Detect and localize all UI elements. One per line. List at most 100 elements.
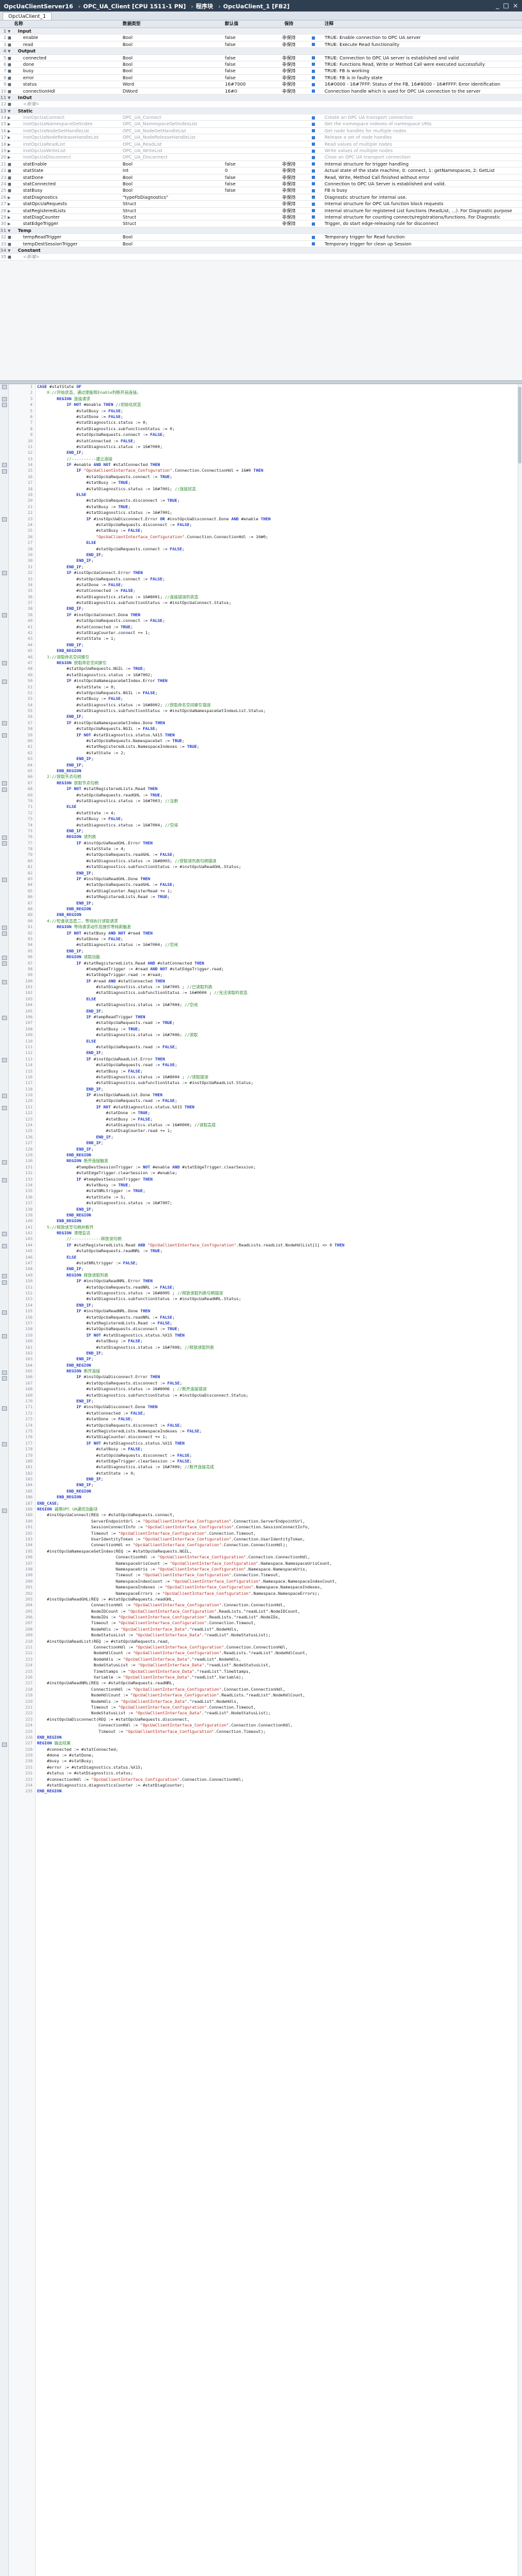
code-line[interactable]: IF #instOpcUaConnect.Done THEN xyxy=(37,612,522,618)
code-line[interactable]: IF #tempDestSessionTrigger THEN xyxy=(37,1177,522,1183)
code-line[interactable]: #instOpcUaReadList(REQ := #statOpcUaRequ… xyxy=(37,1639,522,1645)
code-line[interactable]: END_REGION xyxy=(37,1735,522,1741)
code-line[interactable]: END_REGION xyxy=(37,1363,522,1369)
code-line[interactable]: #statDiagnostics.status := 16#7009; //断开… xyxy=(37,1464,522,1470)
code-line[interactable]: ConnectionHdl => "OpcUaClientInterface_C… xyxy=(37,1542,522,1548)
variable-comment[interactable] xyxy=(325,108,522,114)
fold-toggle-icon[interactable] xyxy=(2,721,7,726)
code-line[interactable]: #statEdgeTrigger.clearSession := FALSE; xyxy=(37,1459,522,1464)
fold-toggle-icon[interactable] xyxy=(2,1442,7,1447)
fold-toggle-icon[interactable] xyxy=(2,661,7,666)
variable-name[interactable]: enable xyxy=(14,35,123,40)
interface-row[interactable]: 5 ■ connected Bool false 非保持 TRUE: Connection … xyxy=(0,54,522,61)
header-comment[interactable]: 注释 xyxy=(325,20,522,27)
fold-toggle-icon[interactable] xyxy=(2,1016,7,1020)
variable-default[interactable]: false xyxy=(225,61,276,67)
code-line[interactable]: "OpcUaClientInterface_Configuration".Con… xyxy=(37,534,522,540)
code-line[interactable]: #statOpcUaRequests.NamespaceSet := TRUE; xyxy=(37,738,522,744)
variable-comment[interactable]: Actual state of the state machine, 0: co… xyxy=(325,167,522,173)
code-line[interactable]: IF #instOpcUaConnect.Error THEN xyxy=(37,570,522,576)
variable-comment[interactable]: Internal structure for OPC UA function b… xyxy=(325,201,522,206)
code-line[interactable]: ELSE xyxy=(37,997,522,1002)
code-line[interactable]: #statOpcUaRequests.connect := FALSE; xyxy=(37,577,522,582)
code-line[interactable]: #statOpcUaRequests.disconnect := FALSE; xyxy=(37,1453,522,1459)
fold-toggle-icon[interactable] xyxy=(2,396,7,401)
code-line[interactable]: #statOpcUaRequests.connect := FALSE; xyxy=(37,547,522,552)
code-line[interactable]: #tempReadTrigger := #read AND NOT #statE… xyxy=(37,966,522,972)
fold-toggle-icon[interactable] xyxy=(2,877,7,882)
code-line[interactable]: #statDiagnostics.status := 16#8003; //获取… xyxy=(37,858,522,864)
variable-retain[interactable] xyxy=(276,128,302,134)
code-line[interactable]: IF #instOpcUaDisconnect.Error THEN xyxy=(37,1374,522,1380)
fold-toggle-icon[interactable] xyxy=(2,1274,7,1279)
variable-name[interactable]: done xyxy=(14,61,123,67)
variable-name[interactable]: statEdgeTrigger xyxy=(14,221,123,226)
variable-type[interactable] xyxy=(123,28,225,34)
variable-retain[interactable] xyxy=(276,154,302,160)
variable-comment[interactable]: TRUE: FB is in faulty state xyxy=(325,75,522,81)
variable-type[interactable]: Bool xyxy=(123,55,225,61)
fold-toggle-icon[interactable] xyxy=(2,613,7,618)
accessible-checkbox[interactable] xyxy=(302,181,325,187)
fold-toggle-icon[interactable] xyxy=(2,516,7,522)
breadcrumb-item[interactable]: 程序块 xyxy=(196,4,213,10)
fold-toggle-icon[interactable] xyxy=(2,1280,7,1285)
fold-toggle-icon[interactable] xyxy=(2,1094,7,1099)
code-line[interactable]: END_IF; xyxy=(37,1140,522,1146)
variable-comment[interactable] xyxy=(325,247,522,253)
accessible-checkbox[interactable] xyxy=(302,114,325,120)
code-line[interactable]: #statOpcUaRequests.disconnect := TRUE; xyxy=(37,1326,522,1332)
code-line[interactable]: NodeStatusList := "OpcUaClientInterface_… xyxy=(37,1711,522,1716)
variable-retain[interactable]: 非保持 xyxy=(276,81,302,87)
code-line[interactable]: #statBusy := TRUE; xyxy=(37,1027,522,1032)
accessible-checkbox[interactable] xyxy=(302,121,325,127)
code-line[interactable]: #status := #statDiagnostics.status; xyxy=(37,1771,522,1776)
variable-type[interactable]: OPC_UA_Disconnect xyxy=(123,154,225,160)
variable-name[interactable]: statDiagCounter xyxy=(14,214,123,220)
code-line[interactable]: NodeStatusList := "OpcUaClientInterface_… xyxy=(37,1633,522,1638)
code-line[interactable]: #statDiagnostics.diagnosticsCounter := #… xyxy=(37,1783,522,1788)
accessible-checkbox[interactable] xyxy=(302,134,325,140)
interface-row[interactable]: 20 ▶ instOpcUaDisconnect OPC_UA_Disconnect C… xyxy=(0,154,522,161)
variable-default[interactable] xyxy=(225,148,276,153)
code-area[interactable]: CASE #statState OF 0://开始状态，通过使能和Enable判… xyxy=(37,384,522,2576)
variable-default[interactable] xyxy=(225,247,276,253)
code-line[interactable]: Timeout := "OpcUaClientInterface_Configu… xyxy=(37,1572,522,1578)
variable-type[interactable]: Bool xyxy=(123,241,225,247)
variable-comment[interactable]: Close an OPC UA transport connection xyxy=(325,154,522,160)
variable-retain[interactable] xyxy=(276,114,302,120)
variable-retain[interactable] xyxy=(276,247,302,253)
code-line[interactable]: #statOpcUaRequests.NGIL := FALSE; xyxy=(37,690,522,696)
code-line[interactable]: #statBusy := TRUE; xyxy=(37,504,522,510)
code-line[interactable]: ELSE xyxy=(37,1255,522,1261)
collapse-icon[interactable]: ▼ xyxy=(8,228,14,233)
code-line[interactable]: END_REGION xyxy=(37,1494,522,1500)
code-line[interactable]: NodeHdlCount := "OpcUaClientInterface_Co… xyxy=(37,1650,522,1656)
variable-retain[interactable]: 非保持 xyxy=(276,175,302,180)
accessible-checkbox[interactable] xyxy=(302,35,325,40)
variable-retain[interactable]: 非保持 xyxy=(276,55,302,61)
variable-retain[interactable] xyxy=(276,101,302,107)
code-line[interactable]: ConnectionHdl := "OpcUaClientInterface_C… xyxy=(37,1602,522,1608)
code-line[interactable]: //----------建立连接 xyxy=(37,456,522,462)
variable-comment[interactable]: Write values of multiple nodes xyxy=(325,148,522,153)
code-line[interactable]: IF "OpcUaClientInterface_Configuration".… xyxy=(37,468,522,474)
code-line[interactable]: END_REGION xyxy=(37,768,522,774)
header-retain[interactable]: 保持 xyxy=(276,20,302,27)
variable-comment[interactable]: TRUE: Functions Read, Write or Method Ca… xyxy=(325,61,522,67)
code-line[interactable]: #statDiagnostics.status := 16#7004; //空闲 xyxy=(37,1002,522,1008)
variable-retain[interactable]: 非保持 xyxy=(276,88,302,94)
code-line[interactable]: ServerEndpointUrl := "OpcUaClientInterfa… xyxy=(37,1519,522,1525)
code-line[interactable]: END_IF; xyxy=(37,558,522,564)
code-line[interactable]: #statDiagnostics.status := 16#7007; xyxy=(37,1200,522,1206)
variable-default[interactable] xyxy=(225,194,276,200)
code-line[interactable]: #statDone := TRUE; xyxy=(37,1110,522,1116)
code-line[interactable]: #statDiagnostics.subfunctionStatus := #i… xyxy=(37,1296,522,1302)
variable-comment[interactable]: FB is busy xyxy=(325,187,522,193)
code-line[interactable]: #statState := 4; xyxy=(37,846,522,852)
code-line[interactable]: IF #instOpcUaNamespaceGetIndex.Done THEN xyxy=(37,720,522,726)
header-type[interactable]: 数据类型 xyxy=(123,20,225,27)
interface-row[interactable]: 3 ■ read Bool false 非保持 TRUE: Execute Read fun… xyxy=(0,41,522,49)
code-line[interactable]: IF NOT #statDiagnostics.status.%X15 THEN xyxy=(37,733,522,738)
variable-name[interactable]: instOpcUaDisconnect xyxy=(14,154,123,160)
